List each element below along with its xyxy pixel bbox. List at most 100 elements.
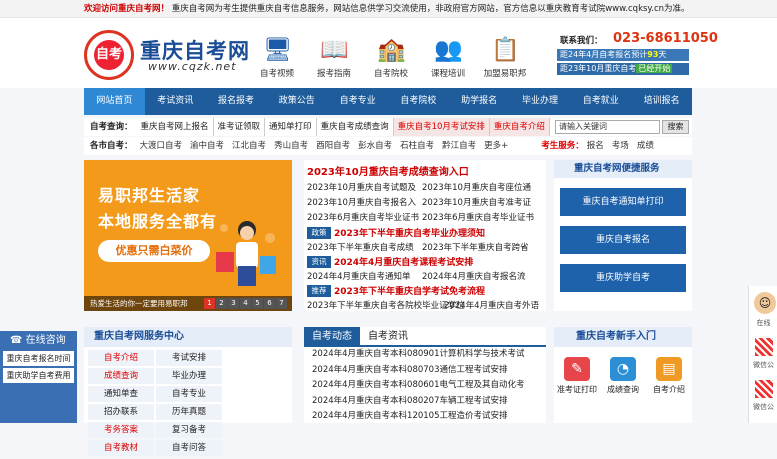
query-link-hot[interactable]: 重庆自考介绍 bbox=[489, 118, 550, 136]
pager-dot[interactable]: 1 bbox=[204, 298, 215, 309]
city-link[interactable]: 黔江自考 bbox=[439, 137, 479, 155]
quicknav-guide[interactable]: 📖 报考指南 bbox=[302, 36, 366, 79]
news-headline[interactable]: 2023年下半年重庆自学考试免考流程 bbox=[334, 284, 485, 297]
query-link-hot[interactable]: 重庆自考10月考试安排 bbox=[393, 118, 490, 136]
list-item[interactable]: 2024年4月重庆自考本科080601电气工程及其自动化考 bbox=[304, 378, 546, 394]
news-headline[interactable]: 2023年10月重庆自考成绩查询入口 bbox=[307, 163, 469, 178]
print-notice-button[interactable]: 重庆自考通知单打印 bbox=[560, 188, 686, 216]
query-link[interactable]: 重庆自考成绩查询 bbox=[317, 118, 394, 136]
news-headline[interactable]: 2023年下半年重庆自考毕业办理须知 bbox=[334, 226, 485, 239]
tab-info[interactable]: 自考资讯 bbox=[360, 327, 416, 345]
countdown-2: 距23年10月重庆自考 已经开始 bbox=[557, 63, 689, 75]
news-link[interactable]: 2023年10月重庆自考试题及 bbox=[307, 181, 416, 193]
news-link[interactable]: 2023年6月重庆自考毕业证书 bbox=[307, 211, 419, 223]
newbie-admission[interactable]: ✎ 准考证打印 bbox=[556, 357, 598, 395]
promo-banner[interactable]: 易职邦生活家 本地服务全都有 优惠只需白菜价 热爱生活的你一定要用易职邦 123… bbox=[84, 160, 292, 311]
service-link[interactable]: 报名 bbox=[584, 137, 607, 155]
quicknav-video[interactable]: 🖥 自考视频 bbox=[245, 36, 309, 79]
service-center-item[interactable]: 复习备考 bbox=[156, 422, 222, 438]
city-link[interactable]: 秀山自考 bbox=[271, 137, 311, 155]
nav-jobs[interactable]: 自考就业 bbox=[570, 88, 631, 115]
news-link[interactable]: 2023年下半年重庆自考跨省 bbox=[422, 241, 529, 253]
service-link[interactable]: 成绩 bbox=[634, 137, 657, 155]
query-link[interactable]: 准考证领取 bbox=[214, 118, 266, 136]
city-link[interactable]: 渝中自考 bbox=[187, 137, 227, 155]
search-button[interactable]: 搜索 bbox=[662, 120, 689, 134]
pager-dot[interactable]: 5 bbox=[252, 298, 263, 309]
news-link[interactable]: 2024年4月重庆自考通知单 bbox=[307, 270, 411, 282]
assist-button[interactable]: 重庆助学自考 bbox=[560, 264, 686, 292]
pager-dot[interactable]: 7 bbox=[276, 298, 287, 309]
quicknav-label: 自考院校 bbox=[373, 69, 408, 79]
nav-register[interactable]: 报名报考 bbox=[206, 88, 267, 115]
news-link[interactable]: 2023年6月重庆自考毕业证书 bbox=[422, 211, 534, 223]
nav-assist[interactable]: 助学报名 bbox=[449, 88, 510, 115]
news-headline[interactable]: 2024年4月重庆自考课程考试安排 bbox=[334, 255, 473, 268]
newbie-title: 重庆自考新手入门 bbox=[554, 327, 692, 347]
service-center-item[interactable]: 历年真题 bbox=[156, 404, 222, 420]
pager-dot[interactable]: 3 bbox=[228, 298, 239, 309]
online-consult-title[interactable]: ☎ 在线咨询 bbox=[0, 331, 77, 351]
welcome-text: 欢迎访问重庆自考网！ bbox=[84, 4, 170, 14]
news-link[interactable]: 2024年4月重庆自考报名流 bbox=[422, 270, 526, 282]
nav-home[interactable]: 网站首页 bbox=[84, 88, 145, 115]
query-link[interactable]: 重庆自考网上报名 bbox=[137, 118, 214, 136]
service-center-item[interactable]: 通知单查 bbox=[88, 386, 154, 402]
consult-item[interactable]: 重庆助学自考费用 bbox=[3, 368, 74, 383]
logo-icon[interactable]: 自考 bbox=[84, 30, 134, 80]
document-icon: ▤ bbox=[656, 357, 682, 381]
city-link[interactable]: 石柱自考 bbox=[397, 137, 437, 155]
nav-policy[interactable]: 政策公告 bbox=[266, 88, 327, 115]
nav-graduate[interactable]: 毕业办理 bbox=[510, 88, 571, 115]
list-item[interactable]: 2024年4月重庆自考本科080901计算机科学与技术考试 bbox=[304, 347, 546, 363]
nav-majors[interactable]: 自考专业 bbox=[327, 88, 388, 115]
service-center-item[interactable]: 招办联系 bbox=[88, 404, 154, 420]
banner-title: 易职邦生活家 bbox=[98, 186, 201, 205]
quicknav-training[interactable]: 👥 课程培训 bbox=[416, 36, 480, 79]
service-center-item[interactable]: 自考专业 bbox=[156, 386, 222, 402]
service-label: 考生服务： bbox=[541, 141, 584, 151]
newbie-score[interactable]: ◔ 成绩查询 bbox=[602, 357, 644, 395]
consult-item[interactable]: 重庆自考报名时间 bbox=[3, 351, 74, 366]
service-avatar-icon[interactable]: ☺ bbox=[754, 292, 776, 314]
query-link[interactable]: 通知单打印 bbox=[265, 118, 317, 136]
banner-button[interactable]: 优惠只需白菜价 bbox=[98, 240, 210, 262]
list-item[interactable]: 2024年4月重庆自考本科080703通信工程考试安排 bbox=[304, 363, 546, 379]
nav-schools[interactable]: 自考院校 bbox=[388, 88, 449, 115]
list-item[interactable]: 2024年4月重庆自考本科080207车辆工程考试安排 bbox=[304, 394, 546, 410]
news-link[interactable]: 2023年下半年重庆自考成绩 bbox=[307, 241, 414, 253]
news-link[interactable]: 2023年10月重庆自考报名入 bbox=[307, 196, 416, 208]
service-link[interactable]: 考场 bbox=[609, 137, 632, 155]
service-center-item[interactable]: 自考介绍 bbox=[88, 350, 154, 366]
service-center-item[interactable]: 自考问答 bbox=[156, 440, 222, 456]
nav-news[interactable]: 考试资讯 bbox=[145, 88, 206, 115]
service-center-item[interactable]: 考务答案 bbox=[88, 422, 154, 438]
newbie-intro[interactable]: ▤ 自考介绍 bbox=[648, 357, 690, 395]
list-item[interactable]: 2024年4月重庆自考本科120105工程造价考试安排 bbox=[304, 409, 546, 425]
city-link[interactable]: 彭水自考 bbox=[355, 137, 395, 155]
float-online-label: 在线 bbox=[756, 319, 771, 327]
city-link[interactable]: 酉阳自考 bbox=[313, 137, 353, 155]
search-input[interactable]: 请输入关键词 bbox=[555, 120, 660, 134]
news-link[interactable]: 2023年10月重庆自考座位通 bbox=[422, 181, 531, 193]
city-link[interactable]: 大渡口自考 bbox=[137, 137, 186, 155]
city-more-link[interactable]: 更多+ bbox=[481, 137, 511, 155]
quicknav-schools[interactable]: 🏫 自考院校 bbox=[359, 36, 423, 79]
nav-training[interactable]: 培训报名 bbox=[631, 88, 692, 115]
city-link[interactable]: 江北自考 bbox=[229, 137, 269, 155]
quicknav-join[interactable]: 📋 加盟易职邦 bbox=[473, 36, 537, 79]
service-center-item[interactable]: 考试安排 bbox=[156, 350, 222, 366]
pager-dot[interactable]: 6 bbox=[264, 298, 275, 309]
tab-dynamic[interactable]: 自考动态 bbox=[304, 327, 360, 345]
news-link[interactable]: 2024年4月重庆自考外语 bbox=[444, 299, 539, 311]
service-center-item[interactable]: 成绩查询 bbox=[88, 368, 154, 384]
register-button[interactable]: 重庆自考报名 bbox=[560, 226, 686, 254]
service-center-item[interactable]: 自考教材 bbox=[88, 440, 154, 456]
pager-dot[interactable]: 4 bbox=[240, 298, 251, 309]
news-link[interactable]: 2023年下半年重庆自考各院校毕业证学位 bbox=[307, 299, 465, 311]
service-center-item[interactable]: 毕业办理 bbox=[156, 368, 222, 384]
contact-phone[interactable]: 023-68611050 bbox=[613, 31, 718, 46]
news-link[interactable]: 2023年10月重庆自考准考证 bbox=[422, 196, 531, 208]
pager-dot[interactable]: 2 bbox=[216, 298, 227, 309]
print-icon: ✎ bbox=[564, 357, 590, 381]
